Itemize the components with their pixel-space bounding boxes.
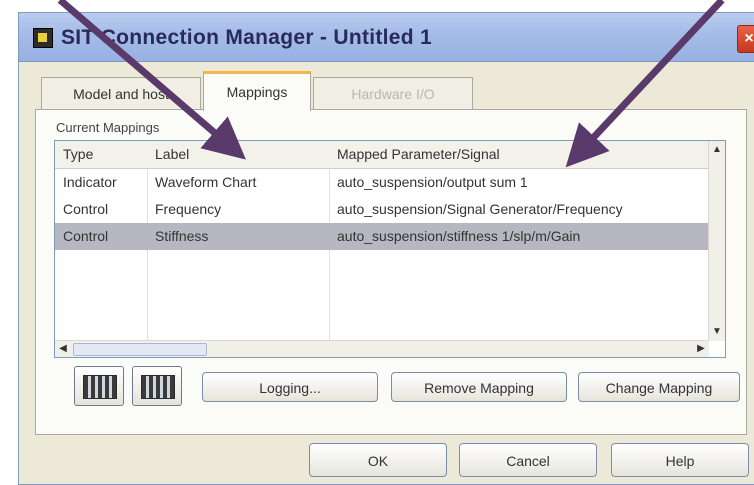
mappings-tab-panel: Current Mappings Type Label Mapped Param…: [35, 109, 747, 435]
mappings-table[interactable]: Type Label Mapped Parameter/Signal Indic…: [54, 140, 726, 358]
header-type[interactable]: Type: [63, 141, 145, 168]
table-row[interactable]: Indicator Waveform Chart auto_suspension…: [55, 169, 711, 196]
table-header: Type Label Mapped Parameter/Signal: [55, 141, 711, 169]
cell-type: Control: [63, 228, 109, 244]
horizontal-scroll-thumb[interactable]: [73, 343, 207, 356]
scroll-up-icon[interactable]: ▲: [709, 141, 725, 159]
help-button[interactable]: Help: [611, 443, 749, 477]
mapping-grid-icon: [141, 375, 175, 399]
tab-model-and-host[interactable]: Model and host: [41, 77, 201, 109]
horizontal-scrollbar[interactable]: ◀ ▶: [55, 340, 709, 357]
close-icon[interactable]: ×: [737, 25, 754, 53]
current-mappings-label: Current Mappings: [56, 120, 160, 135]
tab-hardware-io: Hardware I/O: [313, 77, 473, 109]
window-title: SIT Connection Manager - Untitled 1: [61, 26, 433, 49]
header-mapped-parameter[interactable]: Mapped Parameter/Signal: [337, 141, 707, 168]
cell-label: Frequency: [155, 201, 222, 217]
scroll-down-icon[interactable]: ▼: [709, 323, 725, 341]
labview-app-icon: [33, 28, 53, 48]
mapping-view-button[interactable]: [74, 366, 124, 406]
cell-mapped-parameter: auto_suspension/output sum 1: [337, 174, 528, 190]
scroll-left-icon[interactable]: ◀: [55, 340, 71, 357]
table-row-selected[interactable]: Control Stiffness auto_suspension/stiffn…: [55, 223, 711, 250]
cell-mapped-parameter: auto_suspension/stiffness 1/slp/m/Gain: [337, 228, 581, 244]
cell-label: Waveform Chart: [155, 174, 257, 190]
title-bar[interactable]: SIT Connection Manager - Untitled 1 ×: [19, 13, 754, 62]
change-mapping-button[interactable]: Change Mapping: [578, 372, 740, 402]
cell-mapped-parameter: auto_suspension/Signal Generator/Frequen…: [337, 201, 623, 217]
mapping-view-icon: [83, 375, 117, 399]
cell-type: Control: [63, 201, 109, 217]
cell-type: Indicator: [63, 174, 117, 190]
mapping-grid-button[interactable]: [132, 366, 182, 406]
scroll-right-icon[interactable]: ▶: [693, 340, 709, 357]
table-row[interactable]: Control Frequency auto_suspension/Signal…: [55, 196, 711, 223]
ok-button[interactable]: OK: [309, 443, 447, 477]
remove-mapping-button[interactable]: Remove Mapping: [391, 372, 567, 402]
header-label[interactable]: Label: [155, 141, 325, 168]
cell-label: Stiffness: [155, 228, 209, 244]
cancel-button[interactable]: Cancel: [459, 443, 597, 477]
vertical-scrollbar[interactable]: ▲ ▼: [708, 141, 725, 341]
logging-button[interactable]: Logging...: [202, 372, 378, 402]
tab-mappings[interactable]: Mappings: [203, 71, 311, 111]
connection-manager-window: SIT Connection Manager - Untitled 1 × Mo…: [18, 12, 754, 485]
